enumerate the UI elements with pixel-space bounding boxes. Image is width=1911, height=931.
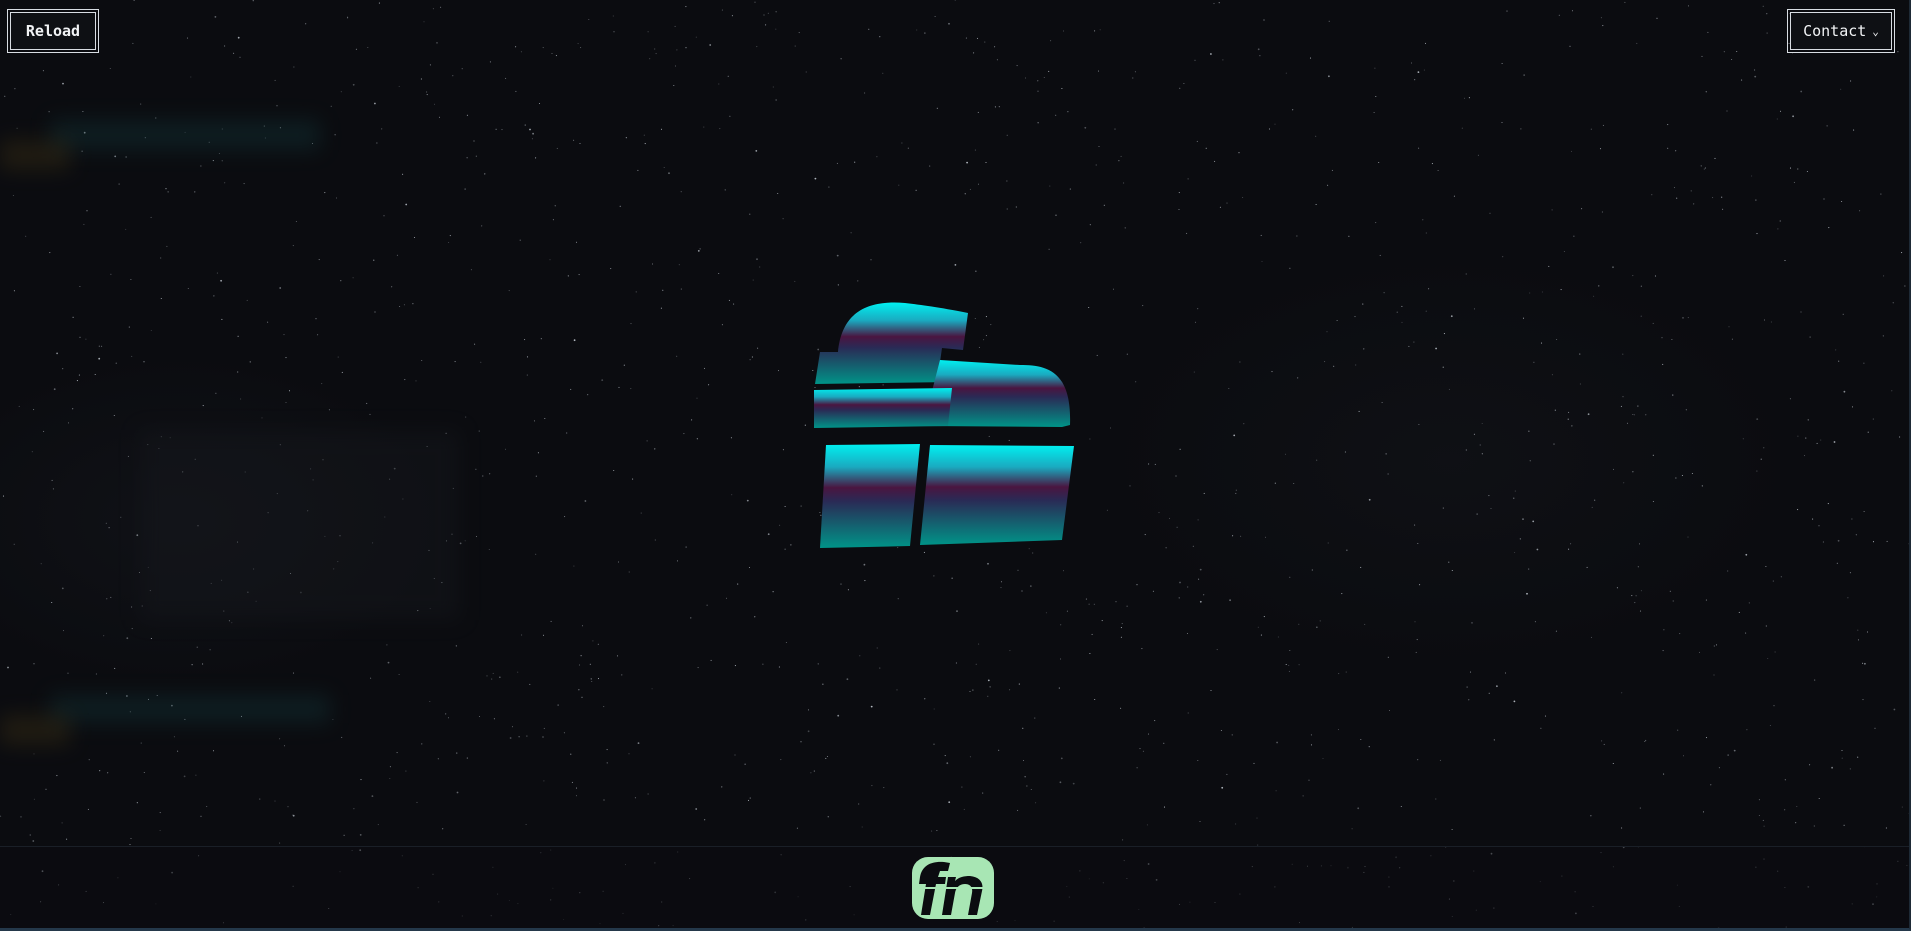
reload-label: Reload [25, 22, 81, 40]
contact-label: Contact [1803, 22, 1867, 40]
chevron-down-icon: ⌄ [1872, 24, 1879, 38]
fn-logo-icon [814, 302, 1074, 548]
app-frame: Reload Contact ⌄ [0, 0, 1911, 931]
reload-button[interactable]: Reload [7, 9, 99, 53]
fn-logo-icon[interactable] [912, 857, 994, 919]
blurred-shape [140, 430, 460, 620]
blurred-shape [50, 120, 320, 150]
blurred-shape [0, 715, 70, 745]
contact-dropdown-button[interactable]: Contact ⌄ [1787, 9, 1895, 53]
footer [0, 846, 1909, 928]
blurred-shape [0, 140, 70, 170]
blurred-shape [50, 695, 330, 723]
